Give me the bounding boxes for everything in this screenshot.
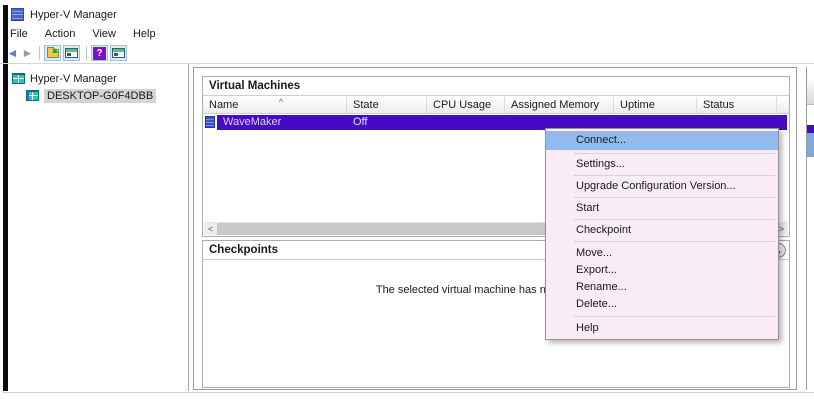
column-header-status[interactable]: Status: [697, 97, 777, 113]
sort-ascending-icon: ^: [279, 97, 283, 110]
context-menu-item-start[interactable]: Start: [546, 201, 778, 216]
toolbar: ◄ ► ?: [5, 44, 129, 62]
menu-separator: [574, 316, 775, 317]
menu-file[interactable]: File: [10, 26, 37, 42]
console-root-icon: [12, 73, 25, 84]
tree-item-host[interactable]: DESKTOP-G0F4DBB: [8, 87, 188, 104]
context-menu-item-checkpoint[interactable]: Checkpoint: [546, 223, 778, 238]
scroll-left-icon[interactable]: <: [204, 223, 217, 235]
column-header-state[interactable]: State: [347, 97, 427, 113]
help-button[interactable]: ?: [91, 45, 108, 61]
actions-pane-header-fragment: [807, 78, 814, 105]
show-tree-button[interactable]: [44, 45, 61, 61]
column-header-name[interactable]: Name ^: [203, 97, 347, 113]
context-menu-item-upgrade-configuration-version[interactable]: Upgrade Configuration Version...: [546, 179, 778, 194]
menu-separator: [574, 241, 775, 242]
vm-table-header: Name ^ State CPU Usage Assigned Memory U…: [203, 97, 789, 114]
window-title: Hyper-V Manager: [30, 9, 117, 21]
vm-context-menu: Connect... Settings... Upgrade Configura…: [545, 128, 779, 340]
menu-separator: [574, 219, 775, 220]
navigation-tree: Hyper-V Manager DESKTOP-G0F4DBB: [8, 64, 189, 391]
window-bottom-border: [3, 392, 814, 393]
context-menu-item-help[interactable]: Help: [546, 320, 778, 337]
column-header-filler: [777, 97, 789, 113]
context-menu-item-settings[interactable]: Settings...: [546, 157, 778, 172]
actions-pane-cropped: [806, 67, 814, 390]
column-header-uptime[interactable]: Uptime: [614, 97, 697, 113]
hyperv-app-icon: [11, 8, 24, 21]
vm-state-cell: Off: [353, 115, 367, 130]
toolbar-separator: [39, 46, 40, 60]
menu-separator: [574, 175, 775, 176]
tree-item-label: Hyper-V Manager: [30, 73, 117, 85]
toolbar-separator: [86, 46, 87, 60]
menu-view[interactable]: View: [92, 26, 125, 42]
tree-item-label: DESKTOP-G0F4DBB: [44, 89, 156, 103]
selection-fragment: [807, 125, 814, 133]
console-window-icon: [65, 48, 78, 58]
forward-arrow-icon[interactable]: ►: [20, 46, 35, 61]
back-arrow-icon[interactable]: ◄: [5, 46, 20, 61]
help-icon: ?: [93, 47, 106, 60]
column-header-cpu-usage[interactable]: CPU Usage: [427, 97, 505, 113]
vm-name-cell: WaveMaker: [223, 115, 281, 130]
column-header-assigned-memory[interactable]: Assigned Memory: [505, 97, 614, 113]
menu-separator: [574, 153, 775, 154]
tree-item-hyperv-manager[interactable]: Hyper-V Manager: [8, 70, 188, 87]
actions-section-fragment: [807, 133, 814, 157]
context-menu-item-rename[interactable]: Rename...: [546, 279, 778, 296]
host-server-icon: [26, 90, 39, 101]
menu-help[interactable]: Help: [133, 26, 165, 42]
action-pane-button[interactable]: [110, 45, 127, 61]
console-window-icon: [112, 48, 125, 58]
menu-action[interactable]: Action: [45, 26, 85, 42]
hyperv-manager-window: Hyper-V Manager File Action View Help ◄ …: [0, 0, 814, 403]
context-menu-item-connect[interactable]: Connect...: [546, 131, 778, 150]
title-bar: Hyper-V Manager: [11, 6, 117, 23]
folder-icon: [47, 49, 59, 58]
virtual-machine-icon: [205, 116, 215, 128]
context-menu-item-export[interactable]: Export...: [546, 262, 778, 279]
menu-bar: File Action View Help: [10, 26, 173, 42]
context-menu-item-move[interactable]: Move...: [546, 245, 778, 262]
console-pane-button[interactable]: [63, 45, 80, 61]
vm-panel-title: Virtual Machines: [203, 77, 789, 96]
menu-separator: [574, 197, 775, 198]
context-menu-item-delete[interactable]: Delete...: [546, 296, 778, 313]
